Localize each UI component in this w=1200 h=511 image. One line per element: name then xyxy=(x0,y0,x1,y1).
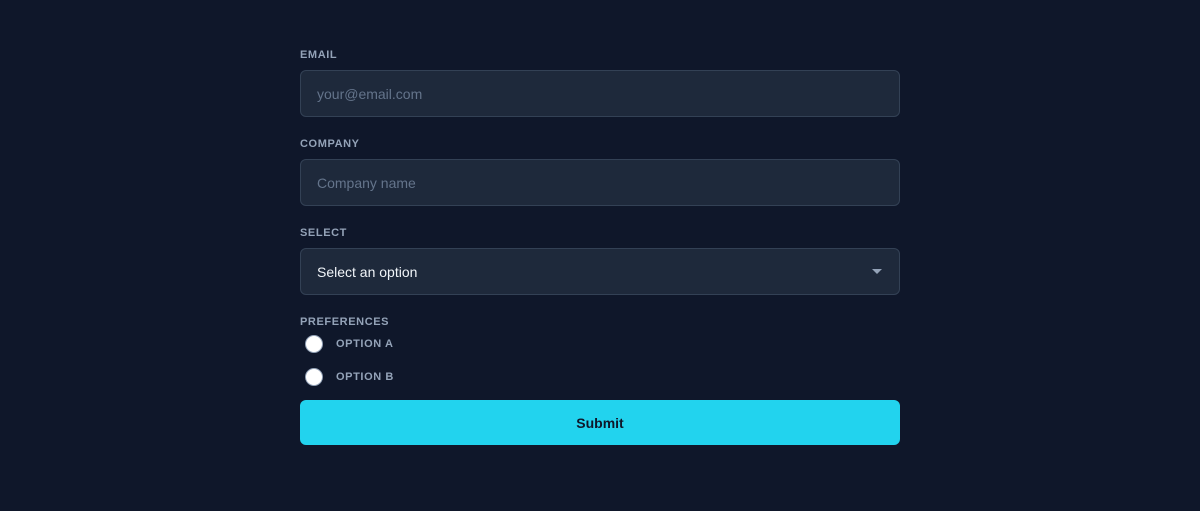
email-label: EMAIL xyxy=(300,49,338,61)
radio-label: OPTION A xyxy=(336,338,394,350)
signup-form: EMAIL COMPANY SELECT Select an option PR… xyxy=(300,48,900,445)
email-field[interactable] xyxy=(300,70,900,117)
radio-option-a[interactable]: OPTION A xyxy=(300,333,900,355)
company-label: COMPANY xyxy=(300,138,360,150)
preferences-group: PREFERENCES OPTION A OPTION B xyxy=(300,315,900,388)
email-group: EMAIL xyxy=(300,48,900,117)
preferences-label: PREFERENCES xyxy=(300,316,390,328)
company-field[interactable] xyxy=(300,159,900,206)
option-select[interactable]: Select an option xyxy=(300,248,900,295)
select-group: SELECT Select an option xyxy=(300,226,900,295)
select-value: Select an option xyxy=(317,263,418,280)
select-label: SELECT xyxy=(300,227,347,239)
radio-button[interactable] xyxy=(305,368,323,386)
radio-label: OPTION B xyxy=(336,371,394,383)
company-group: COMPANY xyxy=(300,137,900,206)
radio-button[interactable] xyxy=(305,335,323,353)
chevron-down-icon xyxy=(872,268,882,274)
submit-button[interactable]: Submit xyxy=(300,400,900,445)
radio-option-b[interactable]: OPTION B xyxy=(300,366,900,388)
